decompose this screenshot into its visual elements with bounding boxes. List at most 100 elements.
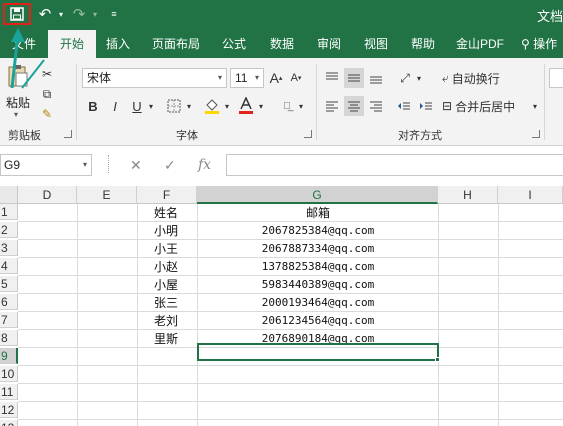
borders-button[interactable]: [164, 96, 184, 116]
shrink-font-button[interactable]: A ▾: [288, 68, 304, 88]
cell-f3[interactable]: 小王: [154, 241, 178, 257]
wrap-text-button[interactable]: ⤶ 自动换行: [442, 68, 532, 88]
align-right-button[interactable]: [366, 96, 386, 116]
enter-icon[interactable]: ✓: [164, 157, 176, 174]
align-left-button[interactable]: [322, 96, 342, 116]
tab-kingsoft-pdf[interactable]: 金山PDF: [450, 30, 510, 58]
italic-button[interactable]: I: [106, 96, 124, 116]
borders-dropdown-button[interactable]: ▾: [184, 96, 194, 116]
cell-g5[interactable]: 5983440389@qq.com: [198, 277, 438, 293]
row-header-2[interactable]: 2: [0, 222, 18, 238]
selected-cell-g9[interactable]: [197, 343, 439, 361]
decrease-indent-button[interactable]: [394, 96, 414, 116]
font-color-button[interactable]: [236, 96, 256, 116]
chevron-down-icon[interactable]: ▾: [14, 110, 18, 119]
increase-indent-button[interactable]: [416, 96, 436, 116]
format-painter-button[interactable]: ✎: [38, 106, 56, 122]
align-top-button[interactable]: [322, 68, 342, 88]
grow-font-button[interactable]: A ▴: [268, 68, 284, 88]
phonetic-dropdown-button[interactable]: ▾: [296, 96, 306, 116]
merge-dropdown-button[interactable]: ▾: [530, 96, 540, 116]
row-header-12[interactable]: 12: [0, 402, 18, 418]
cell-g3[interactable]: 2067887334@qq.com: [198, 241, 438, 257]
cut-button[interactable]: ✂: [38, 66, 56, 82]
row-header-4[interactable]: 4: [0, 258, 18, 274]
cell-f8[interactable]: 里斯: [154, 331, 178, 347]
merge-center-button[interactable]: ⊟ 合并后居中: [442, 96, 532, 116]
underline-dropdown-button[interactable]: ▾: [146, 96, 156, 116]
bold-button[interactable]: B: [84, 96, 102, 116]
phonetic-button[interactable]: 文̲: [276, 96, 298, 116]
row-header-9[interactable]: 9: [0, 348, 18, 364]
clipboard-dialog-launcher[interactable]: [64, 130, 72, 138]
cell-g6[interactable]: 2000193464@qq.com: [198, 295, 438, 311]
tab-data[interactable]: 数据: [262, 30, 302, 58]
customize-quick-access-button[interactable]: ≡: [108, 3, 120, 25]
font-name-select[interactable]: 宋体 ▾: [82, 68, 227, 88]
orientation-dropdown-button[interactable]: ▾: [414, 68, 424, 88]
tab-review[interactable]: 审阅: [309, 30, 349, 58]
row-header-11[interactable]: 11: [0, 384, 18, 400]
formula-input[interactable]: [226, 154, 563, 176]
cell-g4[interactable]: 1378825384@qq.com: [198, 259, 438, 275]
row-header-13[interactable]: 13: [0, 420, 18, 426]
fill-color-dropdown-button[interactable]: ▾: [222, 96, 232, 116]
fill-color-button[interactable]: [202, 96, 222, 116]
font-dialog-launcher[interactable]: [304, 130, 312, 138]
font-size-select[interactable]: 11 ▾: [230, 68, 264, 88]
redo-button[interactable]: ↷: [70, 3, 88, 25]
save-button[interactable]: [3, 3, 31, 25]
align-middle-button[interactable]: [344, 68, 364, 88]
cell-f7[interactable]: 老刘: [154, 313, 178, 329]
row-header-7[interactable]: 7: [0, 312, 18, 328]
underline-button[interactable]: U: [128, 96, 146, 116]
cell-g7[interactable]: 2061234564@qq.com: [198, 313, 438, 329]
column-header-e[interactable]: E: [77, 186, 137, 204]
cell-g1[interactable]: 邮箱: [198, 205, 438, 221]
cell-f1[interactable]: 姓名: [154, 205, 178, 221]
undo-dropdown-button[interactable]: ▾: [56, 3, 66, 25]
cell-f4[interactable]: 小赵: [154, 259, 178, 275]
spreadsheet-grid: D E F G H I 1 2 3 4 5 6 7 8 9 10 11 12 1…: [0, 186, 563, 426]
name-box[interactable]: G9 ▾: [0, 154, 92, 176]
column-header-f[interactable]: F: [137, 186, 197, 204]
cell-f2[interactable]: 小明: [154, 223, 178, 239]
paste-button[interactable]: [6, 64, 30, 88]
cell-f6[interactable]: 张三: [154, 295, 178, 311]
tab-page-layout[interactable]: 页面布局: [146, 30, 206, 58]
column-header-i[interactable]: I: [498, 186, 563, 204]
number-format-select[interactable]: [549, 68, 563, 88]
row-header-5[interactable]: 5: [0, 276, 18, 292]
undo-button[interactable]: ↶: [36, 3, 54, 25]
tab-view[interactable]: 视图: [356, 30, 396, 58]
row-header-3[interactable]: 3: [0, 240, 18, 256]
gridline: [18, 419, 563, 420]
alignment-dialog-launcher[interactable]: [532, 130, 540, 138]
fill-handle[interactable]: [435, 357, 440, 362]
cell-f5[interactable]: 小屋: [154, 277, 178, 293]
formula-bar-grip[interactable]: [108, 155, 110, 173]
tab-home[interactable]: 开始: [48, 30, 96, 58]
redo-dropdown-button[interactable]: ▾: [90, 3, 100, 25]
column-header-d[interactable]: D: [18, 186, 77, 204]
insert-function-button[interactable]: fx: [198, 157, 211, 173]
column-header-h[interactable]: H: [438, 186, 498, 204]
column-header-g[interactable]: G: [197, 186, 438, 204]
cancel-icon[interactable]: ✕: [130, 157, 142, 174]
tab-help[interactable]: 帮助: [403, 30, 443, 58]
tab-tell-me[interactable]: ⚲ 操作: [521, 30, 563, 58]
row-header-10[interactable]: 10: [0, 366, 18, 382]
row-header-1[interactable]: 1: [0, 204, 18, 220]
orientation-button[interactable]: ⤢: [394, 68, 416, 88]
copy-button[interactable]: ⧉: [38, 86, 56, 102]
tab-insert[interactable]: 插入: [98, 30, 138, 58]
tab-formulas[interactable]: 公式: [214, 30, 254, 58]
cell-g2[interactable]: 2067825384@qq.com: [198, 223, 438, 239]
align-bottom-button[interactable]: [366, 68, 386, 88]
row-header-6[interactable]: 6: [0, 294, 18, 310]
tab-file[interactable]: 文件: [0, 30, 48, 58]
font-color-dropdown-button[interactable]: ▾: [256, 96, 266, 116]
row-header-8[interactable]: 8: [0, 330, 18, 346]
align-center-button[interactable]: [344, 96, 364, 116]
select-all-corner[interactable]: [0, 186, 18, 204]
